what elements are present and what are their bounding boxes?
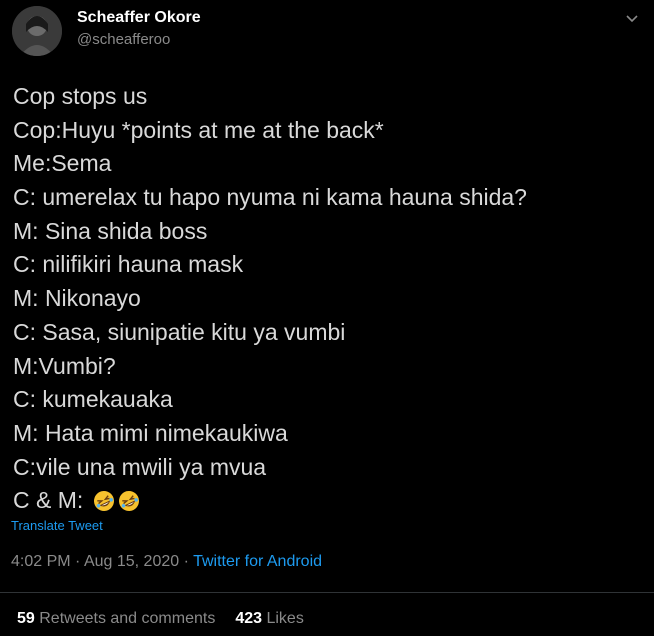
tweet-line: M: Hata mimi nimekaukiwa bbox=[13, 419, 288, 446]
meta-separator: · bbox=[70, 553, 84, 570]
translate-tweet-link[interactable]: Translate Tweet bbox=[11, 518, 103, 533]
tweet-date[interactable]: Aug 15, 2020 bbox=[84, 553, 179, 570]
divider bbox=[0, 592, 654, 593]
chevron-down-icon[interactable] bbox=[624, 10, 640, 26]
likes-count: 423 bbox=[235, 610, 263, 627]
tweet-line: Cop:Huyu *points at me at the back* bbox=[13, 116, 384, 143]
tweet-line-text: C & M: bbox=[13, 487, 90, 514]
tweet-time[interactable]: 4:02 PM bbox=[11, 553, 71, 570]
tweet-line: Cop stops us bbox=[13, 83, 148, 109]
tweet-source-link[interactable]: Twitter for Android bbox=[193, 553, 322, 570]
tweet-line: M: Nikonayo bbox=[13, 285, 141, 312]
author-name[interactable]: Scheaffer Okore bbox=[77, 9, 201, 27]
meta-separator: · bbox=[179, 553, 194, 570]
author-handle[interactable]: @scheafferoo bbox=[77, 31, 170, 48]
tweet-line-last: C & M: bbox=[13, 484, 643, 518]
retweets-label: Retweets and comments bbox=[34, 610, 216, 627]
tweet-line: C:vile una mwili ya mvua bbox=[13, 453, 267, 480]
retweets-stat[interactable]: 59 Retweets and comments bbox=[17, 610, 215, 627]
tweet-card: Scheaffer Okore @scheafferoo Cop stops u… bbox=[0, 0, 654, 636]
rolling-laughing-emoji-icon bbox=[93, 488, 115, 512]
likes-stat[interactable]: 423 Likes bbox=[235, 610, 304, 627]
tweet-line: C: nilifikiri hauna mask bbox=[13, 251, 244, 278]
rolling-laughing-emoji-icon bbox=[118, 488, 140, 512]
tweet-stats: 59 Retweets and comments 423 Likes bbox=[17, 610, 304, 628]
tweet-text: Cop stops us Cop:Huyu *points at me at t… bbox=[13, 80, 643, 518]
retweets-count: 59 bbox=[17, 610, 35, 627]
tweet-line: C: Sasa, siunipatie kitu ya vumbi bbox=[13, 318, 346, 345]
tweet-line: C: kumekauaka bbox=[13, 386, 173, 413]
tweet-meta: 4:02 PM · Aug 15, 2020 · Twitter for And… bbox=[11, 553, 322, 571]
tweet-line: Me:Sema bbox=[13, 150, 112, 177]
tweet-line: C: umerelax tu hapo nyuma ni kama hauna … bbox=[13, 184, 527, 211]
avatar[interactable] bbox=[12, 6, 62, 56]
tweet-line: M: Sina shida boss bbox=[13, 217, 208, 244]
likes-label: Likes bbox=[262, 610, 304, 627]
tweet-line: M:Vumbi? bbox=[13, 352, 116, 379]
